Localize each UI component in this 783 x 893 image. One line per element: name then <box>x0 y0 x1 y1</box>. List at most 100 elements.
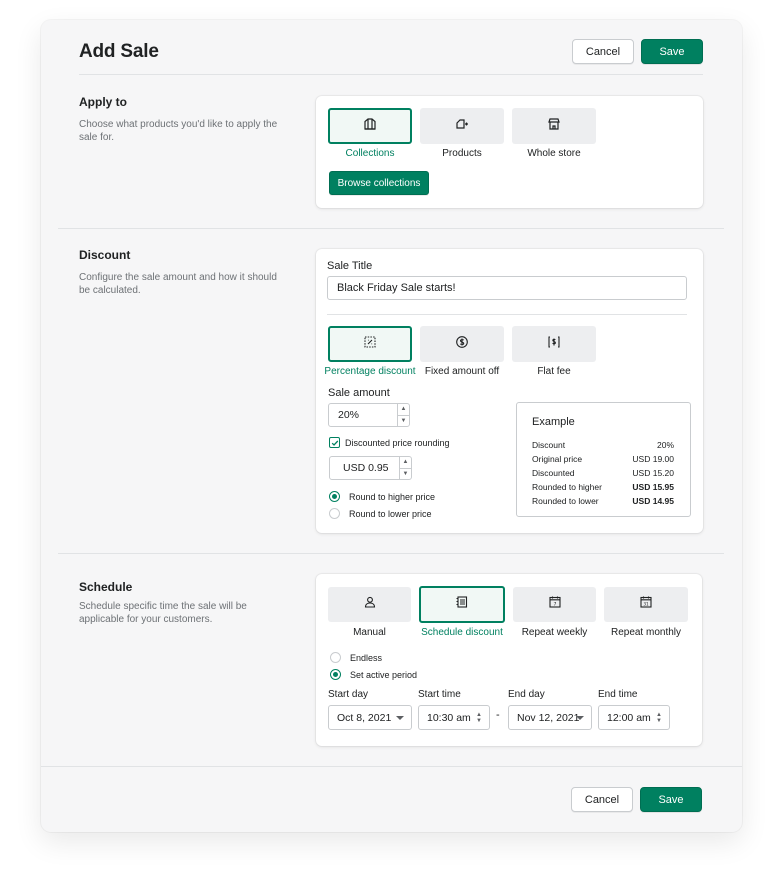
example-title: Example <box>532 416 575 428</box>
stepper-down-icon[interactable]: ▼ <box>398 416 409 427</box>
rounding-stepper[interactable]: ▲ ▼ <box>399 457 411 479</box>
calendar-7-icon: 7 <box>548 595 562 614</box>
sale-title-label: Sale Title <box>327 260 373 272</box>
stepper-up-icon[interactable]: ▲ <box>400 457 411 469</box>
round-higher-label: Round to higher price <box>349 492 436 502</box>
dollar-circle-icon <box>455 335 469 354</box>
chevron-down-icon <box>396 715 404 720</box>
end-day-value: Nov 12, 2021 <box>517 711 580 724</box>
apply-products-label: Products <box>442 148 482 159</box>
sort-updown-icon: ▲ ▼ <box>656 711 662 724</box>
start-day-label: Start day <box>328 689 369 700</box>
add-sale-card: Add Sale Cancel Save Apply to Choose wha… <box>41 20 742 832</box>
sale-title-input[interactable]: Black Friday Sale starts! <box>327 276 687 300</box>
example-box: Example Discount 20% Original price USD 19… <box>516 402 691 517</box>
fixed-amount-tile[interactable] <box>420 326 504 362</box>
end-day-select[interactable]: Nov 12, 2021 <box>508 705 592 730</box>
schedule-panel: Manual Schedule discount 7 Repeat weekly… <box>316 574 702 746</box>
stepper-down-icon[interactable]: ▼ <box>400 469 411 480</box>
browse-collections-button[interactable]: Browse collections <box>329 171 429 195</box>
rounding-value-input[interactable]: USD 0.95 ▲ ▼ <box>329 456 412 480</box>
end-time-value: 12:00 am <box>607 711 651 724</box>
apply-products-tile[interactable] <box>420 108 504 144</box>
repeat-monthly-label: Repeat monthly <box>610 627 682 638</box>
apply-collections-label: Collections <box>345 148 395 159</box>
schedule-manual-label: Manual <box>353 627 386 638</box>
discount-title: Discount <box>79 248 131 262</box>
checkmark-icon <box>331 440 338 446</box>
chevron-down-icon <box>576 715 584 720</box>
person-icon <box>363 595 377 614</box>
endless-radio[interactable] <box>330 652 341 663</box>
flat-fee-label: Flat fee <box>537 366 571 377</box>
save-button[interactable]: Save <box>641 39 703 64</box>
schedule-title: Schedule <box>79 580 133 594</box>
collection-icon <box>363 117 377 136</box>
example-row: Rounded to lower USD 14.95 <box>532 496 674 506</box>
apply-to-panel: Collections Products Whole store Browse … <box>316 96 703 208</box>
footer-cancel-button[interactable]: Cancel <box>571 787 633 812</box>
section-divider-2 <box>58 553 724 554</box>
active-period-label: Set active period <box>350 670 418 680</box>
endless-label: Endless <box>350 653 383 663</box>
page-title: Add Sale <box>79 41 159 62</box>
sale-amount-stepper[interactable]: ▲ ▼ <box>397 404 409 426</box>
apply-whole-store-tile[interactable] <box>512 108 596 144</box>
start-time-label: Start time <box>418 689 461 700</box>
header-divider <box>79 74 703 75</box>
footer-save-button[interactable]: Save <box>640 787 702 812</box>
start-day-value: Oct 8, 2021 <box>337 711 392 724</box>
calendar-31-icon: 31 <box>639 595 653 614</box>
end-time-label: End time <box>598 689 638 700</box>
active-period-radio[interactable] <box>330 669 341 680</box>
schedule-description: Schedule specific time the sale will be … <box>79 601 247 625</box>
percentage-discount-tile[interactable] <box>328 326 412 362</box>
round-higher-radio[interactable] <box>329 491 340 502</box>
store-icon <box>547 117 561 136</box>
fixed-amount-label: Fixed amount off <box>424 366 500 377</box>
flat-fee-tile[interactable] <box>512 326 596 362</box>
sale-amount-value: 20% <box>338 409 360 421</box>
example-row: Rounded to higher USD 15.95 <box>532 482 674 492</box>
svg-text:7: 7 <box>553 602 556 608</box>
percentage-icon <box>363 335 377 354</box>
apply-to-description: Choose what products you'd like to apply… <box>79 119 278 143</box>
stepper-up-icon[interactable]: ▲ <box>398 404 409 416</box>
rounding-value: USD 0.95 <box>343 462 389 474</box>
cancel-button[interactable]: Cancel <box>572 39 634 64</box>
date-range-separator: - <box>496 709 500 721</box>
repeat-weekly-label: Repeat weekly <box>521 627 588 638</box>
sale-amount-input[interactable]: 20% ▲ ▼ <box>328 403 410 427</box>
sale-amount-label: Sale amount <box>328 387 390 399</box>
round-lower-label: Round to lower price <box>349 509 432 519</box>
repeat-weekly-tile[interactable]: 7 <box>513 587 596 622</box>
sort-updown-icon: ▲ ▼ <box>476 711 482 724</box>
footer-divider <box>41 766 742 767</box>
price-tag-icon <box>547 335 561 354</box>
discount-inner-divider <box>327 314 687 315</box>
end-time-select[interactable]: 12:00 am ▲ ▼ <box>598 705 670 730</box>
rounding-label: Discounted price rounding <box>345 438 450 448</box>
round-lower-radio[interactable] <box>329 508 340 519</box>
svg-text:31: 31 <box>643 602 649 607</box>
start-day-select[interactable]: Oct 8, 2021 <box>328 705 412 730</box>
apply-whole-store-label: Whole store <box>527 148 581 159</box>
end-day-label: End day <box>508 689 545 700</box>
section-divider-1 <box>58 228 724 229</box>
percentage-discount-label: Percentage discount <box>324 366 416 377</box>
schedule-discount-label: Schedule discount <box>421 627 503 638</box>
schedule-list-icon <box>455 595 469 614</box>
rounding-checkbox[interactable] <box>329 437 340 448</box>
apply-collections-tile[interactable] <box>328 108 412 144</box>
schedule-discount-tile[interactable] <box>419 586 505 623</box>
example-row: Discount 20% <box>532 440 674 450</box>
product-tag-icon <box>455 117 469 136</box>
start-time-select[interactable]: 10:30 am ▲ ▼ <box>418 705 490 730</box>
repeat-monthly-tile[interactable]: 31 <box>604 587 688 622</box>
schedule-manual-tile[interactable] <box>328 587 411 622</box>
example-row: Discounted USD 15.20 <box>532 468 674 478</box>
discount-panel: Sale Title Black Friday Sale starts! Per… <box>316 249 703 533</box>
example-row: Original price USD 19.00 <box>532 454 674 464</box>
apply-to-title: Apply to <box>79 95 127 109</box>
start-time-value: 10:30 am <box>427 711 471 724</box>
